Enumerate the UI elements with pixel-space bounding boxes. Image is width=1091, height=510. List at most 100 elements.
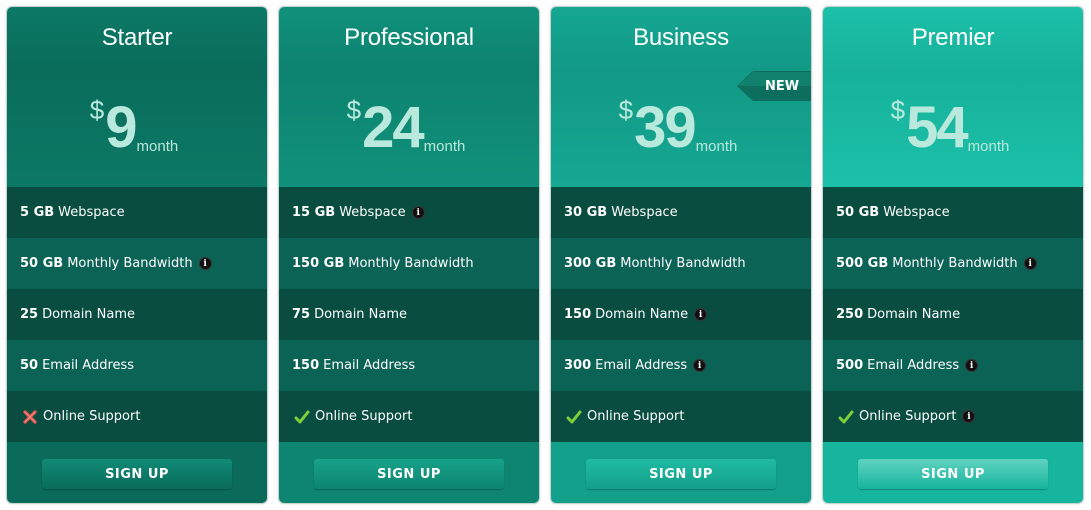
feature-amount: 150 [292,358,320,373]
plan-footer: SIGN UP [551,442,811,503]
plan-name: Premier [823,7,1083,69]
feature-amount: 5 GB [20,205,55,220]
info-icon[interactable]: i [693,359,707,372]
price-period: month [967,138,1010,155]
check-icon [566,410,582,423]
feature-row: 50 GB Webspace [823,187,1083,238]
feature-row: 75 Domain Name [279,289,539,340]
currency-symbol: $ [618,95,634,125]
currency-symbol: $ [346,95,362,125]
plan-footer: SIGN UP [823,442,1083,503]
feature-label: Online Support [859,409,957,424]
price: $ 54 month [890,95,1010,160]
feature-amount: 300 GB [564,256,617,271]
feature-amount: 25 [20,307,39,322]
plan-name: Professional [279,7,539,69]
pricing-table: Starter $ 9 month 5 GB Webspace 50 GB Month… [6,6,1084,504]
feature-row: 30 GB Webspace [551,187,811,238]
price-amount: 9 [105,95,137,160]
info-icon[interactable]: i [1023,257,1037,270]
feature-row: Online Support i [823,391,1083,442]
feature-row: 250 Domain Name [823,289,1083,340]
price-block: $ 24 month [279,69,539,187]
feature-label: Email Address [867,358,960,373]
feature-label: Email Address [595,358,688,373]
info-icon[interactable]: i [962,410,976,423]
feature-label: Domain Name [867,307,961,322]
feature-label: Domain Name [595,307,689,322]
currency-symbol: $ [890,95,906,125]
feature-row: 50 Email Address [7,340,267,391]
feature-row: 50 GB Monthly Bandwidth i [7,238,267,289]
feature-row: 150 GB Monthly Bandwidth [279,238,539,289]
feature-label: Monthly Bandwidth [348,256,474,271]
plan-card-business: Business $ 39 month NEW 30 GB Webspace 300… [550,6,812,504]
feature-label: Webspace [883,205,950,220]
feature-label: Online Support [587,409,685,424]
info-icon[interactable]: i [198,257,212,270]
feature-amount: 50 [20,358,39,373]
feature-label: Online Support [43,409,141,424]
price-period: month [136,138,179,155]
check-icon [838,410,854,423]
cross-icon [23,409,37,424]
feature-label: Online Support [315,409,413,424]
feature-label: Email Address [323,358,416,373]
feature-row: 25 Domain Name [7,289,267,340]
feature-amount: 500 GB [836,256,889,271]
new-badge-label: NEW [764,78,800,94]
feature-amount: 50 GB [20,256,64,271]
feature-amount: 75 [292,307,311,322]
plan-card-professional: Professional $ 24 month 15 GB Webspace i 15… [278,6,540,504]
feature-amount: 15 GB [292,205,336,220]
price: $ 24 month [346,95,466,157]
new-badge: NEW [737,71,811,101]
price: $ 39 month [618,95,738,160]
sign-up-button[interactable]: SIGN UP [314,459,504,489]
price-amount: 54 [906,95,968,160]
feature-label: Domain Name [42,307,136,322]
feature-amount: 50 GB [836,205,880,220]
sign-up-button[interactable]: SIGN UP [42,459,232,489]
feature-label: Email Address [42,358,135,373]
feature-row: 300 GB Monthly Bandwidth [551,238,811,289]
check-icon [294,410,310,423]
feature-amount: 150 [564,307,592,322]
plan-card-premier: Premier $ 54 month 50 GB Webspace 500 GB Mo… [822,6,1084,504]
info-icon[interactable]: i [965,359,979,372]
sign-up-button[interactable]: SIGN UP [858,459,1048,489]
price-block: $ 54 month [823,69,1083,187]
feature-amount: 300 [564,358,592,373]
feature-row: Online Support [7,391,267,442]
feature-row: Online Support [279,391,539,442]
info-icon[interactable]: i [411,206,425,219]
sign-up-button[interactable]: SIGN UP [586,459,776,489]
feature-row: 150 Domain Name i [551,289,811,340]
info-icon[interactable]: i [694,308,708,321]
plan-card-starter: Starter $ 9 month 5 GB Webspace 50 GB Month… [6,6,268,504]
feature-amount: 30 GB [564,205,608,220]
feature-amount: 500 [836,358,864,373]
feature-row: 500 GB Monthly Bandwidth i [823,238,1083,289]
feature-row: 300 Email Address i [551,340,811,391]
plan-name: Business [551,7,811,69]
plan-footer: SIGN UP [279,442,539,503]
feature-row: 5 GB Webspace [7,187,267,238]
price-block: $ 9 month [7,69,267,187]
feature-label: Monthly Bandwidth [892,256,1018,271]
price-block: $ 39 month NEW [551,69,811,187]
feature-label: Monthly Bandwidth [620,256,746,271]
feature-label: Webspace [339,205,406,220]
feature-label: Monthly Bandwidth [67,256,193,271]
price: $ 9 month [89,95,179,160]
feature-amount: 150 GB [292,256,345,271]
plan-footer: SIGN UP [7,442,267,503]
feature-row: 15 GB Webspace i [279,187,539,238]
feature-row: 500 Email Address i [823,340,1083,391]
feature-row: 150 Email Address [279,340,539,391]
price-period: month [695,138,738,155]
price-amount: 39 [634,95,696,160]
currency-symbol: $ [89,95,105,125]
plan-name: Starter [7,7,267,69]
feature-label: Webspace [611,205,678,220]
